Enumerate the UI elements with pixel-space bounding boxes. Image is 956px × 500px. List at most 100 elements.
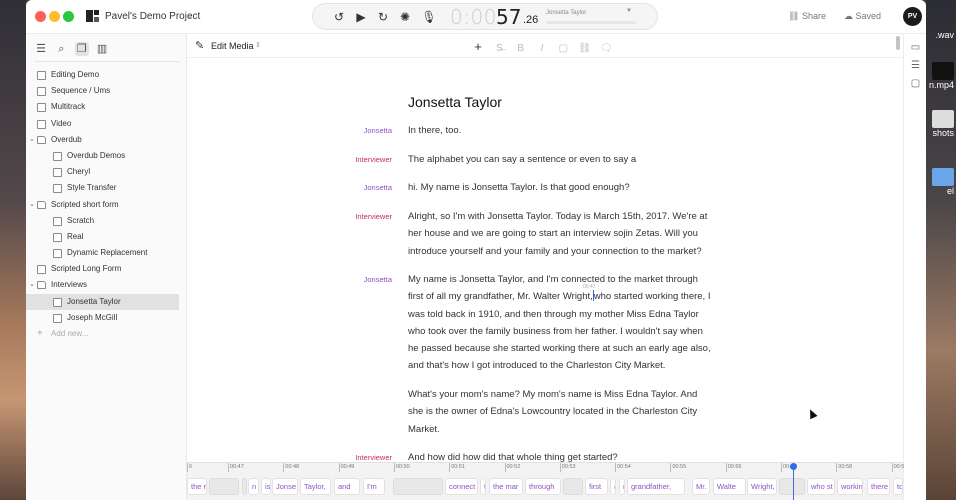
cloud-icon: ☁ bbox=[844, 11, 856, 21]
maximize-window-button[interactable] bbox=[63, 11, 74, 22]
timeline-gap[interactable] bbox=[242, 478, 247, 495]
share-button[interactable]: ⛓ Share bbox=[788, 11, 826, 22]
library-icon[interactable]: ▥ bbox=[95, 42, 109, 56]
speaker-label[interactable]: Interviewer bbox=[187, 208, 392, 225]
edit-mode-selector[interactable]: Edit Media bbox=[211, 41, 254, 51]
documents-icon[interactable]: ❐ bbox=[74, 42, 89, 56]
sidebar-item[interactable]: ⌄ Overdub bbox=[26, 132, 187, 148]
chevron-down-icon[interactable]: ▼ bbox=[626, 8, 632, 14]
track-title[interactable]: Jonsetta Taylor bbox=[546, 10, 586, 16]
add-icon[interactable]: + bbox=[469, 39, 487, 54]
rewind-icon[interactable]: ↺ bbox=[331, 9, 347, 25]
timeline-word[interactable]: who st bbox=[807, 478, 835, 495]
timeline-word[interactable]: the r bbox=[187, 478, 207, 495]
forward-icon[interactable]: ↻ bbox=[375, 9, 391, 25]
sidebar-item[interactable]: ⌄ Interviews bbox=[26, 277, 187, 293]
timeline-word[interactable]: r bbox=[619, 478, 625, 495]
sidebar-item[interactable]: Video bbox=[26, 116, 187, 132]
track-progress-bar[interactable] bbox=[546, 21, 636, 24]
box-icon[interactable]: ▢ bbox=[554, 43, 572, 54]
paragraph-text[interactable]: hi. My name is Jonsetta Taylor. Is that … bbox=[408, 179, 713, 196]
timeline-word[interactable]: Wright, bbox=[747, 478, 777, 495]
bold-icon[interactable]: B bbox=[512, 43, 530, 54]
timeline-word[interactable]: I'm bbox=[363, 478, 385, 495]
chevron-down-icon[interactable]: ⌄ bbox=[29, 277, 35, 293]
timeline-word[interactable]: Mr. bbox=[692, 478, 710, 495]
sliders-icon[interactable]: ☰ bbox=[910, 60, 921, 71]
speaker-label[interactable]: Jonsetta bbox=[187, 271, 392, 288]
timeline-word[interactable]: to bbox=[893, 478, 903, 495]
search-icon[interactable]: ⌕ bbox=[54, 42, 68, 56]
sidebar-item[interactable]: Sequence / Ums bbox=[26, 83, 187, 99]
sidebar-item[interactable]: Style Transfer bbox=[26, 180, 187, 196]
comment-icon[interactable]: 🗨 bbox=[597, 43, 615, 54]
desktop-file[interactable]: shots bbox=[926, 110, 956, 144]
sidebar-item[interactable]: Scripted Long Form bbox=[26, 261, 187, 277]
timeline[interactable]: 6 00:47 00:48 00:49 00:50 00:51 00:52 00:53 00:5… bbox=[187, 462, 904, 500]
paragraph-text[interactable]: The alphabet you can say a sentence or e… bbox=[408, 151, 713, 168]
paragraph-text[interactable]: What's your mom's name? My mom's name is… bbox=[408, 386, 713, 438]
close-window-button[interactable] bbox=[35, 11, 46, 22]
speaker-label[interactable]: Interviewer bbox=[187, 151, 392, 168]
italic-icon[interactable]: I bbox=[533, 43, 551, 54]
comment-icon[interactable]: ▢ bbox=[910, 78, 921, 89]
transcript-document[interactable]: Jonsetta Taylor Jonsetta In there, too. … bbox=[187, 58, 893, 462]
timeline-word[interactable]: there bbox=[867, 478, 890, 495]
sidebar-item[interactable]: Joseph McGill bbox=[26, 310, 187, 326]
sidebar-item[interactable]: Multitrack bbox=[26, 99, 187, 115]
timeline-gap[interactable] bbox=[563, 478, 583, 495]
timeline-word[interactable]: Jonse bbox=[272, 478, 298, 495]
timeline-word[interactable]: Taylor, bbox=[300, 478, 331, 495]
sidebar-item[interactable]: Jonsetta Taylor bbox=[26, 293, 179, 310]
effects-icon[interactable]: ✺ bbox=[397, 9, 413, 25]
link-icon[interactable]: ⛓ bbox=[576, 43, 594, 54]
panel-icon[interactable]: ▭ bbox=[910, 42, 921, 53]
chevron-down-icon[interactable]: ⌄ bbox=[186, 10, 194, 21]
paragraph-text[interactable]: My name is Jonsetta Taylor, and I'm conn… bbox=[408, 271, 713, 375]
document-scrollbar[interactable] bbox=[893, 34, 903, 464]
timeline-word[interactable]: is bbox=[261, 478, 271, 495]
sidebar-item[interactable]: Cheryl bbox=[26, 164, 187, 180]
desktop-file[interactable]: el bbox=[926, 168, 956, 202]
timeline-word[interactable]: Walte bbox=[713, 478, 746, 495]
speaker-label[interactable]: Jonsetta bbox=[187, 122, 392, 139]
strikethrough-icon[interactable]: S̶ bbox=[490, 43, 508, 54]
sidebar-item[interactable]: ⌄ Scripted short form bbox=[26, 197, 187, 213]
timeline-word[interactable]: through bbox=[525, 478, 561, 495]
add-new-button[interactable]: + Add new... bbox=[26, 326, 187, 342]
paragraph-text[interactable]: Alright, so I'm with Jonsetta Taylor. To… bbox=[408, 208, 713, 260]
speaker-label[interactable]: Jonsetta bbox=[187, 179, 392, 196]
timeline-word[interactable]: and bbox=[334, 478, 360, 495]
timeline-word[interactable]: the mar bbox=[489, 478, 523, 495]
timeline-word[interactable]: connect bbox=[445, 478, 478, 495]
timeline-word[interactable]: workin bbox=[837, 478, 863, 495]
chevron-updown-icon[interactable]: ⇕ bbox=[255, 41, 261, 49]
minimize-window-button[interactable] bbox=[49, 11, 60, 22]
desktop-file[interactable]: n.mp4 bbox=[926, 62, 956, 96]
microphone-icon[interactable]: 🎙 bbox=[421, 9, 437, 25]
play-icon[interactable]: ▶ bbox=[353, 9, 369, 25]
sidebar-item[interactable]: Scratch bbox=[26, 213, 187, 229]
timeline-word[interactable]: t bbox=[480, 478, 486, 495]
sidebar-item[interactable]: Dynamic Replacement bbox=[26, 245, 187, 261]
scrollbar-thumb[interactable] bbox=[896, 36, 900, 50]
sidebar-item[interactable]: Editing Demo bbox=[26, 67, 187, 83]
timeline-gap[interactable] bbox=[209, 478, 239, 495]
chevron-down-icon[interactable]: ⌄ bbox=[29, 132, 35, 148]
paragraph-text[interactable]: In there, too. bbox=[408, 122, 713, 139]
timeline-word[interactable]: first bbox=[585, 478, 608, 495]
timeline-gap[interactable] bbox=[393, 478, 443, 495]
timeline-word[interactable]: a bbox=[610, 478, 616, 495]
sidebar-item[interactable]: Overdub Demos bbox=[26, 148, 187, 164]
playhead-handle[interactable] bbox=[790, 463, 797, 470]
paragraph-text[interactable]: And how did how did that whole thing get… bbox=[408, 449, 713, 462]
avatar[interactable]: PV bbox=[903, 7, 922, 26]
timeline-word[interactable]: grandfather, bbox=[627, 478, 685, 495]
desktop-file[interactable]: .wav bbox=[926, 30, 956, 64]
sidebar-item[interactable]: Real bbox=[26, 229, 187, 245]
timeline-gap[interactable] bbox=[779, 478, 805, 495]
menu-icon[interactable]: ☰ bbox=[34, 42, 48, 56]
chevron-down-icon[interactable]: ⌄ bbox=[29, 197, 35, 213]
timeline-word[interactable]: n bbox=[248, 478, 259, 495]
speaker-label[interactable]: Interviewer bbox=[187, 449, 392, 462]
